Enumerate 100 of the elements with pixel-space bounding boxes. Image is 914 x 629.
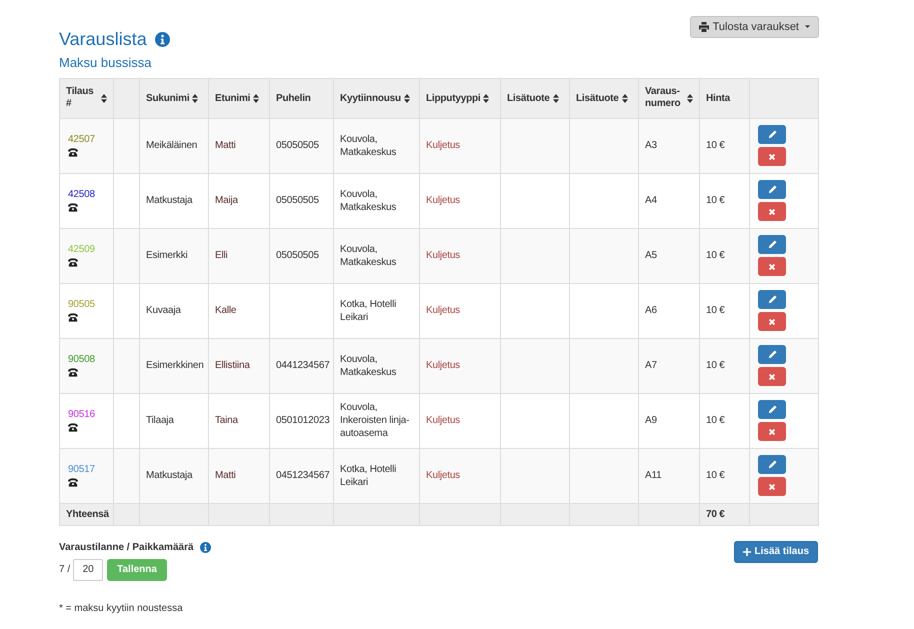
column-header: Puhelin [270,78,334,118]
phone-cell: 05050505 [276,250,319,261]
phone-icon [68,313,78,322]
booked-count: 7 / [59,563,70,577]
plus-icon [742,548,751,556]
first-name-cell: Taina [215,415,238,426]
last-name-cell: Kuvaaja [146,305,181,316]
edit-button[interactable] [758,290,786,309]
phone-cell: 0441234567 [276,360,330,371]
phone-icon [68,203,78,212]
delete-button[interactable] [758,202,786,221]
seat-cell: A6 [645,305,657,316]
close-icon [768,428,776,436]
price-cell: 10 € [706,195,725,206]
sort-icon [404,94,410,102]
pickup-cell: Kouvola, Matkakeskus [340,354,396,378]
delete-button[interactable] [758,477,786,496]
phone-icon [68,148,78,157]
ticket-type-cell: Kuljetus [426,305,460,316]
info-icon [200,542,211,552]
printer-icon [698,22,709,32]
price-cell: 10 € [706,250,725,261]
sort-icon [483,94,490,102]
close-icon [768,318,776,326]
order-number[interactable]: 42508 [68,189,105,201]
column-header[interactable]: Etunimi [208,78,270,118]
ticket-type-cell: Kuljetus [426,195,460,206]
total-label: Yhteensä [66,508,109,520]
column-header[interactable]: Lisätuote [500,78,570,118]
caret-icon [805,25,810,29]
pickup-cell: Kotka, Hotelli Leikari [340,464,396,488]
sort-icon [101,94,107,102]
first-name-cell: Kalle [215,305,236,316]
pencil-icon [768,295,776,304]
column-header[interactable]: Varaus-numero [638,78,700,118]
total-price: 70 € [706,508,725,520]
last-name-cell: Meikäläinen [146,140,198,151]
seat-cell: A9 [645,415,657,426]
seat-cell: A4 [645,195,657,206]
column-header[interactable]: Sukunimi [140,78,208,118]
footnote: * = maksu kyytiin noustessa [59,602,184,616]
column-header[interactable]: Lisätuote [570,78,638,118]
close-icon [768,262,776,270]
pickup-cell: Kotka, Hotelli Leikari [340,298,396,322]
pencil-icon [768,350,776,359]
column-header[interactable]: Lipputyyppi [420,78,500,118]
phone-cell: 0501012023 [276,415,330,426]
edit-button[interactable] [758,400,786,419]
ticket-type-cell: Kuljetus [426,360,460,371]
seat-cell: A5 [645,250,657,261]
order-number[interactable]: 90516 [68,409,105,421]
edit-button[interactable] [758,235,786,254]
price-cell: 10 € [706,140,725,151]
print-button[interactable]: Tulosta varaukset [690,16,819,38]
price-cell: 10 € [706,415,725,426]
sort-icon [253,94,260,102]
sort-icon [552,94,559,102]
first-name-cell: Maija [215,195,238,206]
capacity-input[interactable]: 20 [73,558,104,580]
first-name-cell: Ellistiina [215,360,250,371]
last-name-cell: Tilaaja [146,415,174,426]
edit-button[interactable] [758,180,786,199]
ticket-type-cell: Kuljetus [426,470,460,481]
pickup-cell: Kouvola, Inkeroisten linja-autoasema [340,402,410,439]
column-header[interactable]: Kyytiinnousu [334,78,420,118]
pencil-icon [768,130,776,139]
pencil-icon [768,185,776,194]
ticket-type-cell: Kuljetus [426,415,460,426]
edit-button[interactable] [758,455,786,474]
delete-button[interactable] [758,147,786,166]
seat-cell: A7 [645,360,657,371]
first-name-cell: Matti [215,470,236,481]
price-cell: 10 € [706,360,725,371]
pickup-cell: Kouvola, Matkakeskus [340,134,396,158]
last-name-cell: Matkustaja [146,195,192,206]
pencil-icon [768,240,776,249]
phone-icon [68,423,78,432]
phone-icon [68,368,78,377]
phone-icon [68,258,78,267]
add-order-button[interactable]: Lisää tilaus [734,540,818,562]
phone-cell: 05050505 [276,140,319,151]
delete-button[interactable] [758,422,786,441]
last-name-cell: Matkustaja [146,470,192,481]
phone-cell: 0451234567 [276,470,330,481]
subtitle: Maksu bussissa [59,54,152,72]
phone-cell: 05050505 [276,195,319,206]
page-title: Varauslista [59,28,147,50]
edit-button[interactable] [758,125,786,144]
delete-button[interactable] [758,367,786,386]
column-header[interactable]: Tilaus # [60,78,114,118]
edit-button[interactable] [758,345,786,364]
delete-button[interactable] [758,312,786,331]
phone-icon [68,478,78,487]
first-name-cell: Elli [215,250,228,261]
ticket-type-cell: Kuljetus [426,140,460,151]
pickup-cell: Kouvola, Matkakeskus [340,244,396,268]
sort-icon [687,94,693,102]
delete-button[interactable] [758,257,786,276]
pencil-icon [768,405,776,414]
info-icon [154,32,170,46]
